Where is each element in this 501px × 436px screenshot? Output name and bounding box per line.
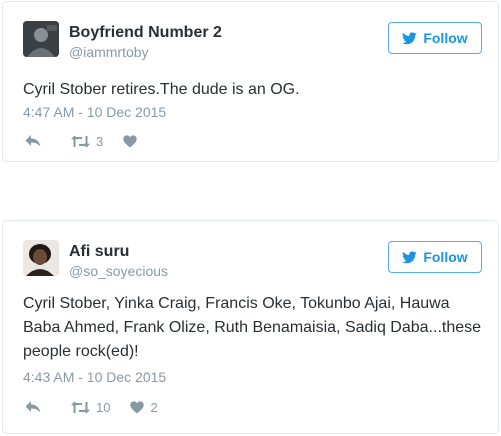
user-handle[interactable]: @so_soyecious [69,262,168,280]
tweet-card: Boyfriend Number 2 @iammrtoby Follow Cyr… [2,1,499,162]
tweet-text: Cyril Stober retires.The dude is an OG. [23,81,300,98]
tweet-text: Cyril Stober, Yinka Craig, Francis Oke, … [23,295,482,360]
like-button[interactable]: 2 [130,399,158,415]
retweet-icon [71,401,90,414]
twitter-bird-icon [402,31,418,45]
retweet-button[interactable]: 3 [71,134,103,149]
follow-button[interactable]: Follow [388,241,482,273]
tweet-timestamp[interactable]: 4:47 AM - 10 Dec 2015 [23,103,166,121]
like-count: 2 [150,399,158,415]
reply-button[interactable] [25,400,41,414]
retweet-count: 3 [96,133,104,149]
avatar[interactable] [23,21,59,57]
follow-button[interactable]: Follow [388,22,482,54]
heart-icon [130,400,145,414]
display-name[interactable]: Boyfriend Number 2 [69,23,222,43]
display-name[interactable]: Afi suru [69,242,129,262]
tweet-timestamp[interactable]: 4:43 AM - 10 Dec 2015 [23,368,166,386]
retweet-count: 10 [96,399,111,415]
follow-label: Follow [423,30,468,46]
avatar[interactable] [23,240,59,276]
tweet-actions: 10 2 [25,398,158,416]
user-handle[interactable]: @iammrtoby [69,43,149,61]
tweet-card: Afi suru @so_soyecious Follow Cyril Stob… [2,220,499,434]
reply-button[interactable] [25,134,41,148]
twitter-bird-icon [402,250,418,264]
follow-label: Follow [423,249,468,265]
retweet-button[interactable]: 10 [71,400,110,415]
heart-icon [123,134,137,148]
reply-icon [25,400,41,414]
like-button[interactable] [123,134,143,148]
reply-icon [25,134,41,148]
tweet-actions: 3 [25,132,143,150]
retweet-icon [71,135,90,148]
